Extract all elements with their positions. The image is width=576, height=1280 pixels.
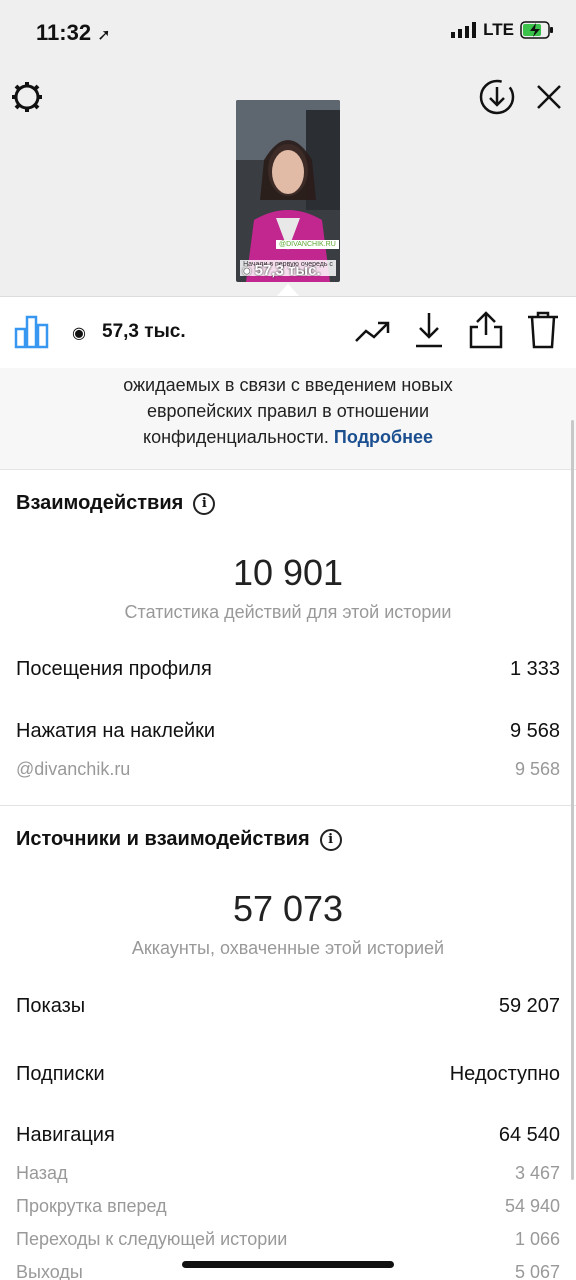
save-circle-icon[interactable] bbox=[478, 78, 516, 116]
sources-total: 57 073 bbox=[232, 888, 344, 929]
stat-label: @divanchik.ru bbox=[16, 759, 131, 779]
stat-subrow-sticker: @divanchik.ru 9 568 bbox=[16, 759, 560, 780]
interactions-subtitle: Статистика действий для этой истории bbox=[124, 602, 452, 622]
status-time-text: 11:32 bbox=[36, 20, 92, 45]
thumbnail-views: ◉ 57,3 тыс. bbox=[242, 262, 321, 279]
trending-icon[interactable] bbox=[354, 315, 392, 347]
stat-subrow-next-story: Переходы к следующей истории 1 066 bbox=[16, 1229, 560, 1250]
interactions-title: Взаимодействия i bbox=[16, 492, 216, 515]
stat-label: Нажатия на наклейки bbox=[16, 720, 216, 742]
notice-line-1: ожидаемых в связи с введением новых bbox=[123, 375, 453, 395]
interactions-total: 10 901 bbox=[232, 552, 344, 593]
eye-icon: ◉ bbox=[242, 265, 252, 277]
close-icon[interactable] bbox=[536, 84, 562, 110]
stat-label: Посещения профиля bbox=[16, 658, 212, 680]
info-icon[interactable]: i bbox=[319, 828, 342, 851]
stat-value: 54 940 bbox=[504, 1196, 560, 1216]
interactions-title-text: Взаимодействия bbox=[16, 492, 184, 514]
eye-icon: ◉ bbox=[72, 325, 86, 342]
stat-value: 5 067 bbox=[514, 1262, 560, 1280]
story-toolbar: ◉ 57,3 тыс. bbox=[0, 296, 576, 368]
share-icon[interactable] bbox=[468, 311, 504, 349]
stat-value: 9 568 bbox=[514, 759, 560, 779]
stat-row-follows: Подписки Недоступно bbox=[16, 1063, 560, 1086]
location-arrow-icon: ➚ bbox=[97, 27, 111, 44]
stat-value: Недоступно bbox=[449, 1063, 560, 1085]
stat-label: Назад bbox=[16, 1163, 68, 1183]
network-label: LTE bbox=[483, 20, 514, 39]
story-thumbnail[interactable]: @DIVANCHIK.RU Начали в первую очередь с … bbox=[236, 100, 340, 282]
stat-label: Навигация bbox=[16, 1124, 115, 1146]
stat-row-impressions: Показы 59 207 bbox=[16, 995, 560, 1018]
sources-title-text: Источники и взаимодействия bbox=[16, 828, 310, 850]
settings-gear-icon[interactable] bbox=[10, 80, 44, 114]
stat-value: 64 540 bbox=[498, 1124, 560, 1146]
notice-line-3: конфиденциальности. Подробнее bbox=[0, 424, 576, 450]
privacy-notice: ожидаемых в связи с введением новых евро… bbox=[0, 368, 576, 470]
thumbnail-tag: @DIVANCHIK.RU bbox=[276, 240, 339, 249]
stat-label: Показы bbox=[16, 995, 86, 1017]
sources-title: Источники и взаимодействия i bbox=[16, 828, 342, 851]
stat-row-sticker-taps: Нажатия на наклейки 9 568 bbox=[16, 720, 560, 743]
notice-line-3-text: конфиденциальности. bbox=[143, 427, 329, 447]
stat-value: 9 568 bbox=[509, 720, 560, 742]
stat-subrow-forward: Прокрутка вперед 54 940 bbox=[16, 1196, 560, 1217]
stat-label: Переходы к следующей истории bbox=[16, 1229, 288, 1249]
stat-label: Прокрутка вперед bbox=[16, 1196, 167, 1216]
stat-value: 59 207 bbox=[498, 995, 560, 1017]
signal-icon bbox=[451, 22, 477, 38]
notice-line-2: европейских правил в отношении bbox=[146, 401, 430, 421]
section-divider bbox=[0, 805, 576, 806]
info-icon[interactable]: i bbox=[193, 492, 216, 515]
stat-value: 1 066 bbox=[514, 1229, 560, 1249]
status-time: 11:32 ➚ bbox=[36, 20, 111, 46]
thumbnail-views-text: 57,3 тыс. bbox=[254, 262, 321, 279]
stat-row-navigation: Навигация 64 540 bbox=[16, 1124, 560, 1147]
battery-charging-icon bbox=[520, 21, 553, 39]
stat-value: 3 467 bbox=[514, 1163, 560, 1183]
thumbnail-pointer bbox=[276, 284, 300, 297]
delete-trash-icon[interactable] bbox=[526, 311, 560, 349]
stat-label: Выходы bbox=[16, 1262, 83, 1280]
stat-value: 1 333 bbox=[509, 658, 560, 680]
sources-subtitle: Аккаунты, охваченные этой историей bbox=[131, 938, 445, 958]
download-icon[interactable] bbox=[414, 311, 444, 349]
toolbar-views: 57,3 тыс. bbox=[102, 321, 186, 342]
home-indicator[interactable] bbox=[182, 1261, 394, 1268]
stat-subrow-back: Назад 3 467 bbox=[16, 1163, 560, 1184]
insights-bar-chart-icon[interactable] bbox=[14, 313, 50, 349]
scrollbar[interactable] bbox=[571, 420, 574, 1180]
status-indicators: LTE bbox=[451, 20, 554, 40]
stat-row-profile-visits: Посещения профиля 1 333 bbox=[16, 658, 560, 681]
stat-label: Подписки bbox=[16, 1063, 105, 1085]
learn-more-link[interactable]: Подробнее bbox=[334, 427, 433, 447]
story-header: 11:32 ➚ LTE @DIVANCHIK.RU Начали в перву… bbox=[0, 0, 576, 297]
story-image bbox=[236, 100, 340, 282]
